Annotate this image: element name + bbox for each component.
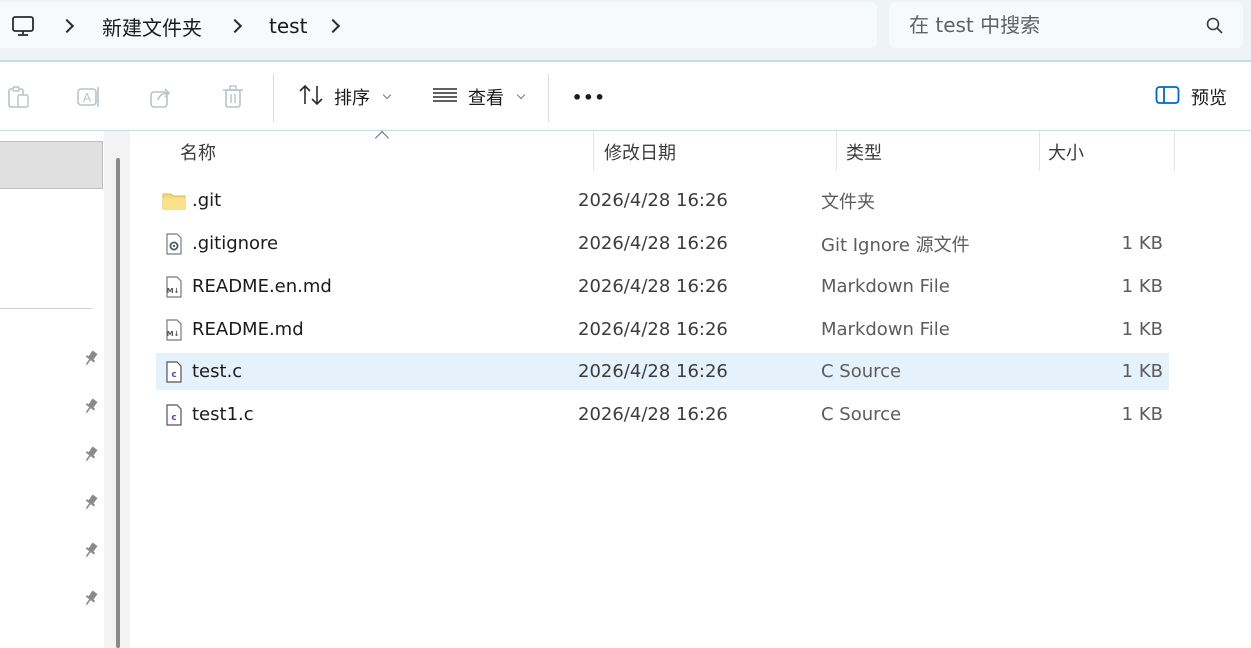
- file-size: 1 KB: [1121, 233, 1163, 254]
- more-options-button[interactable]: •••: [572, 76, 606, 118]
- column-divider[interactable]: [836, 131, 837, 171]
- divider: [0, 308, 92, 309]
- file-date: 2026/4/28 16:26: [578, 319, 728, 340]
- file-type: C Source: [821, 361, 902, 382]
- file-name: README.en.md: [192, 276, 332, 297]
- svg-text:A: A: [83, 91, 92, 105]
- file-name: test1.c: [192, 404, 254, 425]
- column-header-size[interactable]: 大小: [1048, 131, 1084, 173]
- svg-text:c: c: [171, 413, 176, 423]
- markdown-file-icon: M↓: [162, 275, 186, 299]
- address-bar: 新建文件夹 test: [0, 0, 1251, 60]
- preview-label: 预览: [1191, 88, 1227, 109]
- file-name: .git: [192, 190, 222, 211]
- breadcrumb[interactable]: 新建文件夹 test: [0, 2, 877, 48]
- nav-item-selected[interactable]: [0, 141, 103, 189]
- c-source-file-icon: c: [162, 360, 186, 384]
- file-row[interactable]: .gitignore 2026/4/28 16:26 Git Ignore 源文…: [156, 225, 1169, 262]
- file-type: C Source: [821, 404, 902, 425]
- svg-text:c: c: [171, 370, 176, 380]
- pin-icon[interactable]: [82, 541, 100, 559]
- file-row[interactable]: M↓ README.en.md 2026/4/28 16:26 Markdown…: [156, 268, 1169, 305]
- svg-text:M↓: M↓: [167, 330, 180, 338]
- settings-file-icon: [162, 232, 186, 256]
- pin-icon[interactable]: [82, 397, 100, 415]
- column-header-name[interactable]: 名称: [180, 131, 216, 173]
- column-divider[interactable]: [1039, 131, 1040, 171]
- column-header-type[interactable]: 类型: [846, 131, 882, 173]
- file-type: Markdown File: [821, 276, 950, 297]
- delete-icon[interactable]: [220, 84, 246, 110]
- pin-icon[interactable]: [82, 349, 100, 367]
- file-name: README.md: [192, 319, 304, 340]
- breadcrumb-chevron-icon[interactable]: [59, 2, 75, 50]
- markdown-file-icon: M↓: [162, 318, 186, 342]
- column-header-date[interactable]: 修改日期: [604, 131, 676, 173]
- search-icon[interactable]: [1205, 16, 1225, 40]
- navigation-pane: [0, 131, 130, 648]
- file-size: 1 KB: [1121, 319, 1163, 340]
- c-source-file-icon: c: [162, 403, 186, 427]
- breadcrumb-chevron-icon[interactable]: [325, 2, 341, 50]
- file-date: 2026/4/28 16:26: [578, 233, 728, 254]
- command-bar: A 排序 查看 ••• 预览: [0, 62, 1251, 130]
- file-size: 1 KB: [1121, 276, 1163, 297]
- folder-icon: [162, 189, 186, 213]
- view-list-icon: [432, 83, 458, 111]
- paste-icon[interactable]: [5, 84, 31, 110]
- breadcrumb-chevron-icon[interactable]: [227, 2, 243, 50]
- file-list: 名称 修改日期 类型 大小 .git 2026/4/28 16:26 文件夹 .…: [131, 130, 1251, 648]
- file-name: .gitignore: [192, 233, 279, 254]
- sort-label: 排序: [334, 88, 370, 109]
- search-input[interactable]: [909, 2, 1199, 48]
- pin-icon[interactable]: [82, 493, 100, 511]
- breadcrumb-item-test[interactable]: test: [269, 2, 307, 50]
- view-button[interactable]: 查看: [432, 76, 526, 118]
- file-type: 文件夹: [821, 191, 875, 213]
- share-icon[interactable]: [148, 84, 174, 110]
- chevron-down-icon: [382, 90, 392, 100]
- pin-icon[interactable]: [82, 589, 100, 607]
- this-pc-icon[interactable]: [10, 2, 36, 50]
- svg-text:M↓: M↓: [167, 287, 180, 295]
- file-date: 2026/4/28 16:26: [578, 361, 728, 382]
- chevron-down-icon: [516, 90, 526, 100]
- file-name: test.c: [192, 361, 243, 382]
- breadcrumb-item-folder[interactable]: 新建文件夹: [102, 2, 202, 50]
- sort-ascending-icon: [374, 130, 390, 146]
- file-size: 1 KB: [1121, 361, 1163, 382]
- divider: [548, 74, 549, 122]
- file-type: Git Ignore 源文件: [821, 234, 970, 256]
- view-label: 查看: [468, 88, 504, 109]
- file-row[interactable]: c test1.c 2026/4/28 16:26 C Source 1 KB: [156, 396, 1169, 433]
- pin-icon[interactable]: [82, 445, 100, 463]
- file-row[interactable]: .git 2026/4/28 16:26 文件夹: [156, 182, 1169, 219]
- file-type: Markdown File: [821, 319, 950, 340]
- column-divider[interactable]: [593, 131, 594, 171]
- file-row[interactable]: M↓ README.md 2026/4/28 16:26 Markdown Fi…: [156, 311, 1169, 348]
- column-divider[interactable]: [1174, 131, 1175, 171]
- preview-pane-icon: [1155, 84, 1181, 110]
- preview-pane-button[interactable]: 预览: [1155, 76, 1227, 118]
- nav-scrollbar-thumb[interactable]: [116, 158, 120, 648]
- file-size: [1063, 182, 1163, 219]
- file-date: 2026/4/28 16:26: [578, 404, 728, 425]
- sort-button[interactable]: 排序: [298, 76, 392, 118]
- sort-icon: [298, 83, 324, 111]
- file-row-selected[interactable]: c test.c 2026/4/28 16:26 C Source 1 KB: [156, 353, 1169, 390]
- divider: [273, 74, 274, 122]
- rename-icon[interactable]: A: [76, 84, 102, 110]
- file-size: 1 KB: [1121, 404, 1163, 425]
- search-box[interactable]: [889, 2, 1243, 48]
- file-date: 2026/4/28 16:26: [578, 276, 728, 297]
- file-date: 2026/4/28 16:26: [578, 190, 728, 211]
